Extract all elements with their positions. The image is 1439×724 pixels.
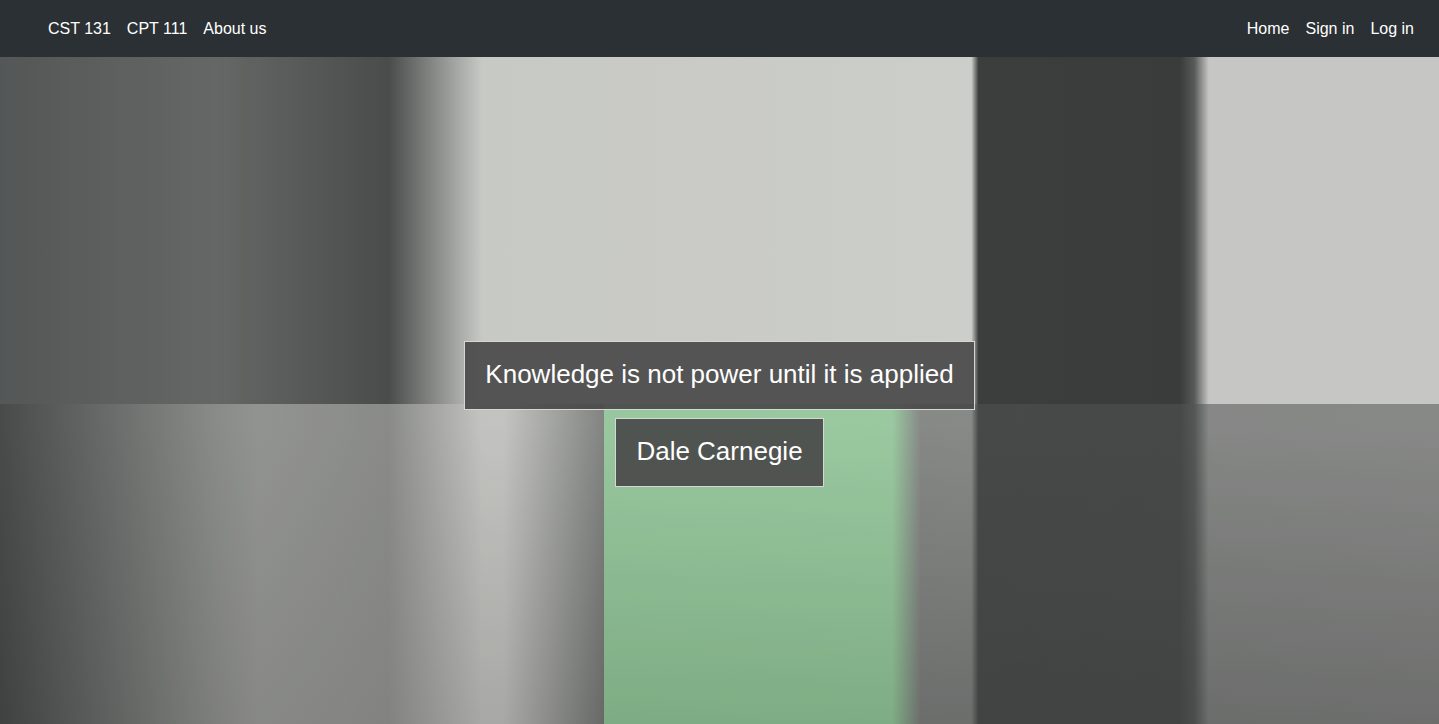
right-nav: HomeSign inLog in	[1239, 9, 1422, 49]
top-navbar: CST 131CPT 111About us HomeSign inLog in	[0, 0, 1439, 57]
quote-text: Knowledge is not power until it is appli…	[464, 341, 974, 410]
nav-link[interactable]: CPT 111	[119, 9, 195, 49]
left-nav: CST 131CPT 111About us	[40, 9, 275, 49]
nav-item: Home	[1239, 9, 1298, 49]
nav-item: CST 131	[40, 9, 119, 49]
nav-item: CPT 111	[119, 9, 195, 49]
nav-item: About us	[195, 9, 274, 49]
nav-link[interactable]: Log in	[1362, 9, 1422, 49]
hero-section: Knowledge is not power until it is appli…	[0, 57, 1439, 724]
nav-link[interactable]: About us	[195, 9, 274, 49]
quote-author: Dale Carnegie	[615, 418, 823, 487]
nav-link[interactable]: Sign in	[1297, 9, 1362, 49]
nav-item: Log in	[1362, 9, 1422, 49]
nav-link[interactable]: CST 131	[40, 9, 119, 49]
nav-item: Sign in	[1297, 9, 1362, 49]
nav-link[interactable]: Home	[1239, 9, 1298, 49]
